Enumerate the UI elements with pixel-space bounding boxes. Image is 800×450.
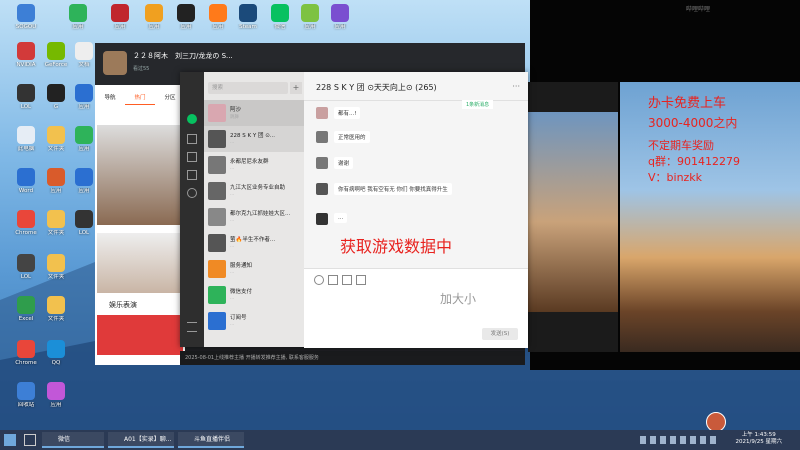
live-tabs: 导航 热门 分区 <box>95 91 185 105</box>
list-item[interactable]: 九江大区业务专业自助... <box>204 178 304 204</box>
section-title: 娱乐表演 <box>109 301 137 309</box>
preview-window <box>528 82 618 352</box>
sender-avatar <box>316 183 328 195</box>
desktop-icon-16[interactable]: 文件夹 <box>34 296 78 336</box>
clock[interactable]: 上午 1:43:59 2021/9/25 星期六 <box>736 432 782 446</box>
chat-avatar <box>208 260 226 278</box>
stream-caption: 获取游戏数据中 <box>340 237 453 256</box>
chat-history-icon[interactable] <box>356 275 366 285</box>
chat-pane: 228 S K Y 团 ⊙天天向上⊙ (265) ··· 都有...! 正常医用… <box>304 72 528 348</box>
chat-avatar <box>208 312 226 330</box>
overlay-title: 哔哩哔哩 <box>685 6 710 13</box>
menu-icon[interactable] <box>187 322 197 332</box>
new-messages-badge[interactable]: 1条新消息 <box>462 100 494 109</box>
ghost-caption: 加大小 <box>440 292 477 306</box>
sender-avatar <box>316 157 328 169</box>
ad-line-1: 办卡免费上车 <box>648 96 727 111</box>
list-item[interactable]: 服务通知... <box>204 256 304 282</box>
message-input[interactable]: 发送(S) <box>304 268 528 348</box>
send-button[interactable]: 发送(S) <box>482 328 518 340</box>
chat-title: 228 S K Y 团 ⊙天天向上⊙ (265) <box>316 83 437 92</box>
desktop-icon-18[interactable]: 应用 <box>34 382 78 422</box>
scissors-icon[interactable] <box>342 275 352 285</box>
tab-nav[interactable]: 导航 <box>95 91 125 105</box>
live-thumb-2[interactable] <box>97 233 183 293</box>
desktop-icon-15[interactable]: 文件夹 <box>34 254 78 294</box>
list-item[interactable]: 萤🔥半生不作者...... <box>204 230 304 256</box>
taskbar-item-wechat[interactable]: 微信 <box>42 432 104 448</box>
ad-line-3: 不定期车奖励 <box>648 139 714 152</box>
taskbar-item-douyu[interactable]: 斗鱼直播伴侣 <box>178 432 244 448</box>
search-input[interactable]: 搜索 <box>208 82 288 94</box>
list-item[interactable]: 订阅号... <box>204 308 304 334</box>
ad-line-5: V：binzkk <box>648 171 703 184</box>
ad-line-2: 3000-4000之内 <box>648 116 738 130</box>
list-item[interactable]: 永都尼尼永友群... <box>204 152 304 178</box>
chat-avatar <box>208 156 226 174</box>
live-thumb-3[interactable] <box>97 315 183 355</box>
preview-image <box>528 112 618 312</box>
live-sidebar: 导航 热门 分区 娱乐表演 <box>95 85 185 365</box>
chat-avatar <box>208 208 226 226</box>
desktop-icon-top-10[interactable]: 应用 <box>318 4 362 44</box>
tab-hot[interactable]: 热门 <box>125 91 155 105</box>
live-bottom-bar: 2025-08-01上线推荐主播 开播转发推荐主播, 联系客服服务 <box>180 351 525 365</box>
chat-avatar <box>208 234 226 252</box>
taskbar: 微信 A01【实录】聊... 斗鱼直播伴侣 上午 1:43:59 2021/9/… <box>0 430 800 450</box>
add-button[interactable]: + <box>290 82 302 94</box>
favorites-icon[interactable] <box>187 152 197 162</box>
list-item[interactable]: 都尔克九江抓娃娃大区...... <box>204 204 304 230</box>
floating-avatar[interactable] <box>706 412 726 432</box>
wechat-nav-rail <box>180 72 204 347</box>
chat-icon[interactable] <box>187 114 197 124</box>
ad-line-4: q群：901412279 <box>648 155 740 168</box>
streamer-name: ２２８阿木 刘三刀/龙龙の S... <box>133 52 233 60</box>
chat-list: 搜索 + 阿沙 跳舞 228 S K Y 团 ⊙...... 永都尼尼永友群...… <box>204 72 304 347</box>
streamer-sub: 看过55 <box>133 66 150 72</box>
sender-avatar <box>316 213 328 225</box>
chat-avatar <box>208 104 226 122</box>
contacts-icon[interactable] <box>187 134 197 144</box>
list-item[interactable]: 阿沙 跳舞 <box>204 100 304 126</box>
list-item[interactable]: 228 S K Y 团 ⊙...... <box>204 126 304 152</box>
streamer-avatar[interactable] <box>103 51 127 75</box>
list-item[interactable]: 微信支付... <box>204 282 304 308</box>
moments-icon[interactable] <box>187 188 197 198</box>
taskview-icon[interactable] <box>24 434 36 446</box>
live-thumb-1[interactable] <box>97 125 183 225</box>
chat-avatar <box>208 130 226 148</box>
sender-avatar <box>316 131 328 143</box>
desktop-icon-top-sogou[interactable]: SOGOU <box>4 4 48 44</box>
tray-icons[interactable] <box>640 436 720 444</box>
chat-avatar <box>208 182 226 200</box>
emoji-icon[interactable] <box>314 275 324 285</box>
chat-avatar <box>208 286 226 304</box>
desktop-icon-top-2[interactable]: 应用 <box>56 4 100 44</box>
taskbar-item-chat[interactable]: A01【实录】聊... <box>108 432 174 448</box>
desktop-icon-17[interactable]: QQ <box>34 340 78 380</box>
more-icon[interactable]: ··· <box>512 82 520 91</box>
sender-avatar <box>316 107 328 119</box>
folder-icon[interactable] <box>187 170 197 180</box>
start-icon[interactable] <box>4 434 16 446</box>
file-icon[interactable] <box>328 275 338 285</box>
